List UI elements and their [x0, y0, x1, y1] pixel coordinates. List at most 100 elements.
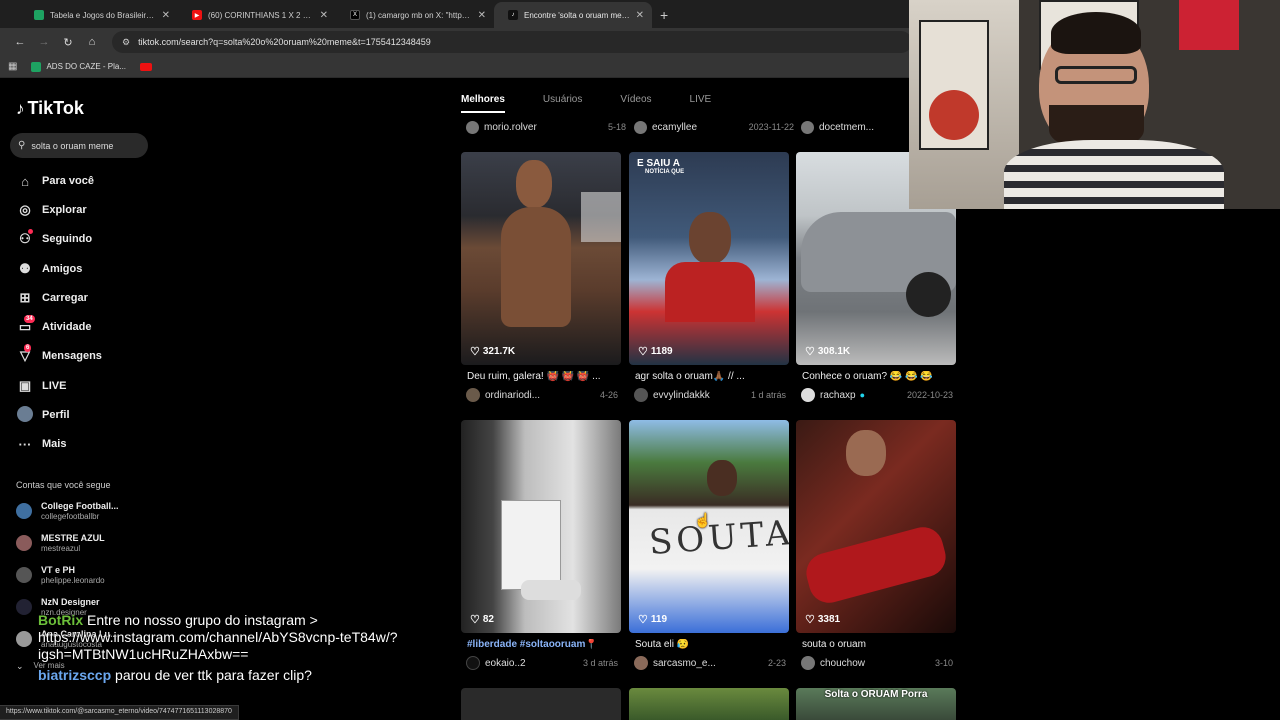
- sidebar-item-perfil[interactable]: Perfil: [16, 405, 70, 425]
- avatar: [16, 503, 32, 519]
- sidebar-item-atividade[interactable]: ▭ 34 Atividade: [16, 315, 92, 337]
- sidebar-item-explorar[interactable]: ◎ Explorar: [16, 200, 87, 220]
- browser-tab-0[interactable]: Tabela e Jogos do Brasileirão Sé ✕: [20, 2, 178, 28]
- result-meta[interactable]: morio.rolver 5-18: [466, 120, 626, 134]
- following-account[interactable]: VT e PH phelippe.leonardo: [16, 562, 146, 588]
- sidebar-item-seguindo[interactable]: ⚇ Seguindo: [16, 229, 92, 249]
- video-caption[interactable]: Souta eli 😥: [635, 639, 785, 650]
- video-user: rachaxp: [820, 389, 856, 401]
- home-icon: ⌂: [21, 173, 29, 189]
- overlay-text: NOTÍCIA QUE: [645, 169, 685, 175]
- avatar: [634, 120, 647, 134]
- likes-count: ♡ 321.7K: [470, 345, 515, 358]
- forward-icon[interactable]: →: [32, 36, 56, 48]
- video-user: eokaio..2: [485, 657, 526, 669]
- video-meta[interactable]: eokaio..2 3 d atrás: [466, 656, 618, 670]
- following-account[interactable]: MESTRE AZUL mestreazul: [16, 530, 146, 556]
- avatar: [16, 535, 32, 551]
- search-icon: ⚲: [18, 140, 26, 151]
- video-meta[interactable]: rachaxp ● 2022-10-23: [801, 388, 953, 402]
- new-tab-button[interactable]: +: [660, 2, 668, 28]
- result-meta[interactable]: ecamyllee 2023-11-22: [634, 120, 794, 134]
- reload-icon[interactable]: ↻: [56, 36, 80, 49]
- apps-icon[interactable]: ▦: [8, 61, 17, 72]
- video-date: 2022-10-23: [906, 390, 953, 400]
- following-icon: ⚇: [16, 229, 34, 247]
- result-user: ecamyllee: [652, 121, 698, 133]
- close-icon[interactable]: ✕: [320, 10, 328, 21]
- video-thumbnail[interactable]: E SAIU A NOTÍCIA QUE ♡ 1189: [629, 152, 789, 365]
- account-name: VT e PH: [41, 564, 76, 575]
- result-meta[interactable]: docetmem...: [801, 120, 911, 134]
- close-icon[interactable]: ✕: [162, 10, 170, 21]
- activity-icon: ▭ 34: [18, 315, 35, 334]
- video-user: sarcasmo_e...: [653, 657, 716, 669]
- likes-value: 3381: [817, 614, 841, 625]
- tab-melhores[interactable]: Melhores: [461, 94, 505, 113]
- sidebar-item-carregar[interactable]: ⊞ Carregar: [16, 288, 88, 308]
- video-user: evvylindakkk: [653, 389, 710, 401]
- video-thumbnail[interactable]: ♡ 82: [461, 420, 621, 633]
- video-thumbnail[interactable]: [629, 688, 789, 720]
- video-user: chouchow: [820, 657, 866, 669]
- sidebar-item-amigos[interactable]: ⚉ Amigos: [16, 259, 82, 279]
- search-input[interactable]: ⚲ solta o oruam meme: [10, 133, 148, 158]
- tab-title: Tabela e Jogos do Brasileirão Sé: [50, 10, 156, 20]
- video-thumbnail[interactable]: [461, 688, 621, 720]
- tab-videos[interactable]: Vídeos: [620, 94, 651, 105]
- likes-value: 308.1K: [817, 346, 851, 357]
- result-date: 2023-11-22: [748, 122, 794, 132]
- following-account[interactable]: College Football... collegefootballbr: [16, 498, 146, 524]
- video-date: 3-10: [934, 658, 953, 668]
- video-caption[interactable]: souta o oruam: [802, 639, 952, 650]
- upload-icon: ⊞: [19, 290, 31, 305]
- sidebar-item-mensagens[interactable]: ▽ 6 Mensagens: [16, 344, 102, 366]
- close-icon[interactable]: ✕: [636, 10, 644, 21]
- url-field[interactable]: ⚙ tiktok.com/search?q=solta%20o%20oruam%2…: [112, 31, 912, 53]
- tab-usuarios[interactable]: Usuários: [543, 94, 582, 105]
- avatar: [16, 631, 32, 647]
- avatar: [16, 567, 32, 583]
- account-user: collegefootballbr: [41, 511, 100, 521]
- youtube-icon[interactable]: [140, 62, 153, 71]
- video-thumbnail[interactable]: Solta o ORUAM Porra: [796, 688, 956, 720]
- video-meta[interactable]: evvylindakkk 1 d atrás: [634, 388, 786, 402]
- tab-title: (1) camargo mb on X: "https://: [366, 10, 472, 20]
- video-caption[interactable]: #liberdade #soltaooruam📍: [467, 639, 617, 650]
- tiktok-icon: ♪: [508, 10, 518, 20]
- video-meta[interactable]: ordinariodi... 4-26: [466, 388, 618, 402]
- browser-tab-1[interactable]: ▶ (60) CORINTHIANS 1 X 2 BAHIA ✕: [178, 2, 336, 28]
- result-user: morio.rolver: [484, 121, 537, 133]
- chat-text: parou de ver ttk para fazer clip?: [115, 667, 312, 683]
- video-thumbnail[interactable]: ♡ 3381: [796, 420, 956, 633]
- sidebar-item-mais[interactable]: ··· Mais: [16, 434, 67, 454]
- chevron-down-icon: ⌄: [16, 660, 24, 671]
- video-meta[interactable]: sarcasmo_e... 2-23: [634, 656, 786, 670]
- video-thumbnail[interactable]: ♡ 321.7K: [461, 152, 621, 365]
- sidebar-item-live[interactable]: ▣ LIVE: [16, 376, 67, 396]
- home-icon[interactable]: ⌂: [80, 36, 104, 48]
- video-meta[interactable]: chouchow 3-10: [801, 656, 953, 670]
- browser-tab-3[interactable]: ♪ Encontre 'solta o oruam meme ✕: [494, 2, 652, 28]
- tiktok-logo[interactable]: ♪ TikTok: [16, 98, 84, 119]
- video-caption[interactable]: Deu ruim, galera! 👹 👹 👹 ...: [467, 371, 617, 382]
- bookmark-item[interactable]: ADS DO CAZE - Pla...: [31, 61, 126, 72]
- back-icon[interactable]: ←: [8, 36, 32, 48]
- close-icon[interactable]: ✕: [478, 10, 486, 21]
- sidebar-item-label: Atividade: [42, 321, 92, 333]
- video-caption[interactable]: agr solta o oruam🙏🏾 // ...: [635, 371, 785, 382]
- chat-user: BotRix: [38, 612, 84, 628]
- friends-icon: ⚉: [19, 261, 31, 276]
- sidebar-item-para-voce[interactable]: ⌂ Para você: [16, 171, 94, 191]
- chat-text: Entre no nosso grupo do instagram > http…: [38, 612, 398, 662]
- avatar: [801, 120, 814, 134]
- avatar: [634, 388, 648, 402]
- video-caption[interactable]: Conhece o oruam? 😂 😂 😂: [802, 371, 952, 382]
- tab-live[interactable]: LIVE: [690, 94, 712, 105]
- browser-tab-2[interactable]: X (1) camargo mb on X: "https:// ✕: [336, 2, 494, 28]
- sidebar-item-label: Explorar: [42, 204, 87, 216]
- avatar: [466, 656, 480, 670]
- likes-value: 321.7K: [482, 346, 516, 357]
- account-user: mestreazul: [41, 543, 81, 553]
- site-info-icon[interactable]: ⚙: [122, 37, 130, 48]
